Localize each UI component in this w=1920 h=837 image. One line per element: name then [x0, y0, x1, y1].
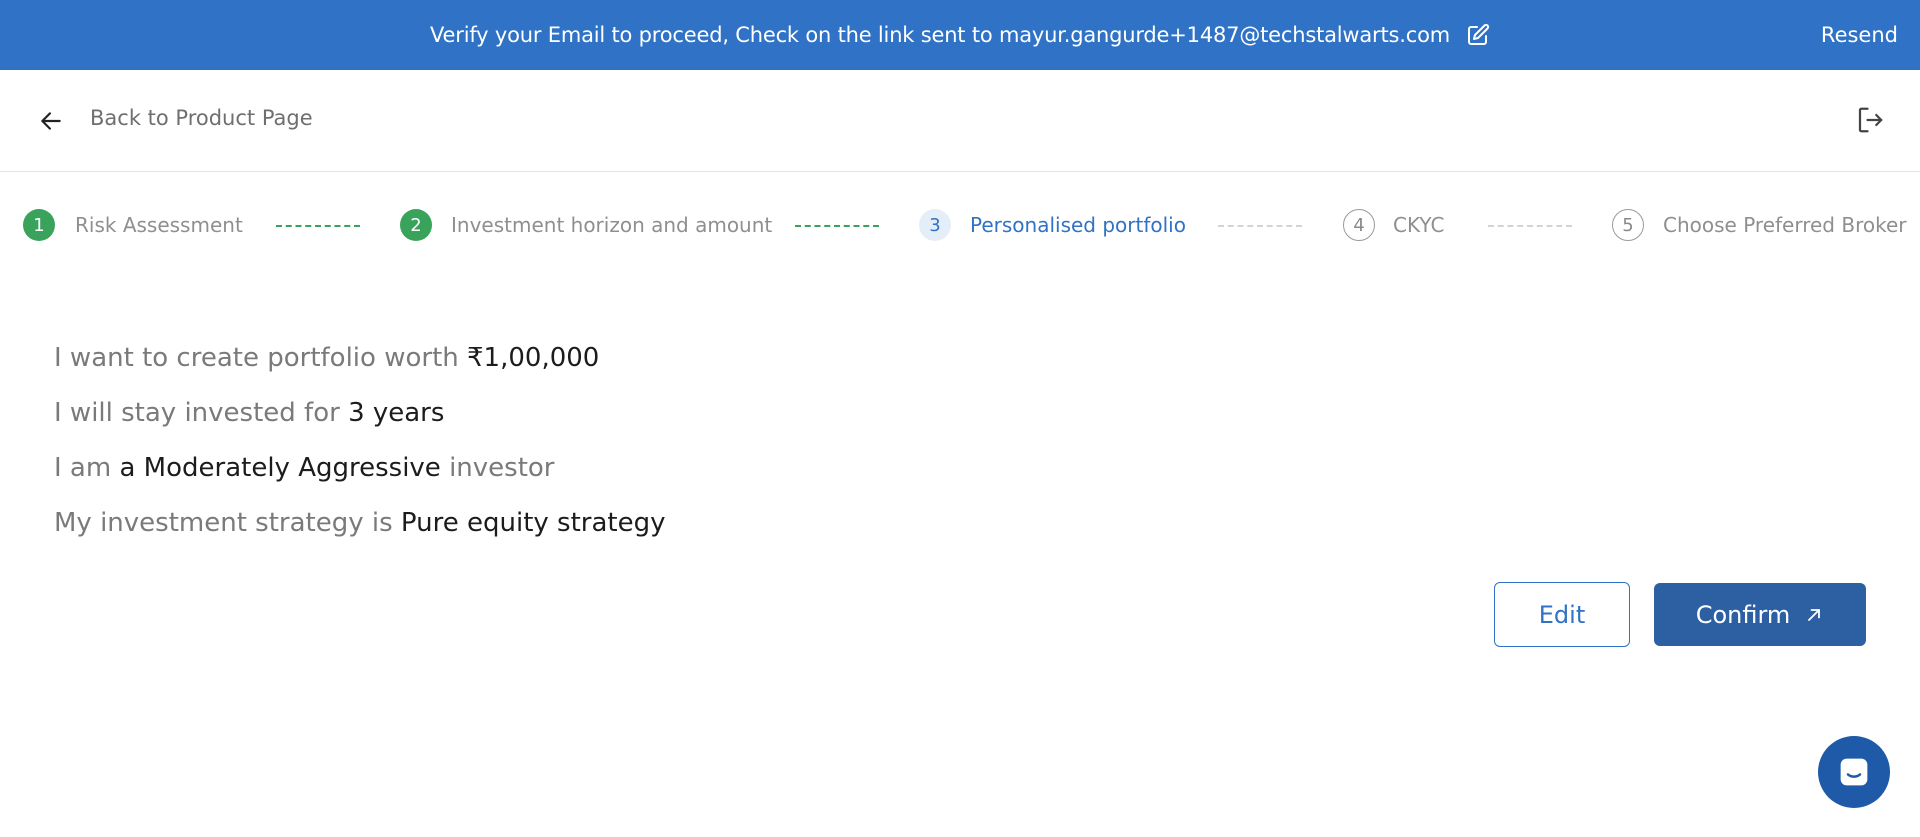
strategy-statement: My investment strategy is Pure equity st… [54, 503, 666, 558]
progress-stepper: 1 Risk Assessment 2 Investment horizon a… [0, 205, 1920, 245]
portfolio-amount-value: ₹1,00,000 [467, 343, 600, 373]
investment-horizon-statement: I will stay invested for 3 years [54, 393, 666, 448]
chat-launcher-button[interactable] [1818, 736, 1890, 808]
back-to-product-link[interactable]: Back to Product Page [90, 106, 313, 130]
step-1-badge: 1 [23, 209, 55, 241]
step-2-label: Investment horizon and amount [451, 213, 773, 237]
arrow-up-right-icon [1804, 605, 1824, 625]
strategy-value: Pure equity strategy [400, 508, 666, 538]
step-connector [276, 225, 360, 227]
step-5-badge: 5 [1612, 209, 1644, 241]
chat-icon [1837, 755, 1871, 789]
confirm-button[interactable]: Confirm [1654, 583, 1866, 646]
portfolio-amount-statement: I want to create portfolio worth ₹1,00,0… [54, 338, 666, 393]
statement-text: I am [54, 453, 120, 483]
arrow-left-icon[interactable] [38, 108, 64, 138]
top-navigation: Back to Product Page [0, 70, 1920, 172]
step-3-label: Personalised portfolio [970, 213, 1186, 237]
banner-message: Verify your Email to proceed, Check on t… [430, 23, 1450, 47]
step-2-badge: 2 [400, 209, 432, 241]
email-verification-banner: Verify your Email to proceed, Check on t… [0, 0, 1920, 70]
step-connector [1218, 225, 1302, 227]
step-4-label: CKYC [1393, 213, 1445, 237]
statement-text: I will stay invested for [54, 398, 349, 428]
risk-profile-value: a Moderately Aggressive [119, 453, 441, 483]
step-5-label: Choose Preferred Broker [1663, 213, 1907, 237]
logout-icon[interactable] [1855, 104, 1885, 140]
edit-button[interactable]: Edit [1494, 582, 1630, 647]
edit-button-label: Edit [1538, 600, 1586, 629]
portfolio-summary: I want to create portfolio worth ₹1,00,0… [54, 338, 666, 558]
resend-link[interactable]: Resend [1821, 0, 1898, 70]
step-3-badge: 3 [919, 209, 951, 241]
statement-text: investor [440, 453, 555, 483]
risk-profile-statement: I am a Moderately Aggressive investor [54, 448, 666, 503]
step-connector [795, 225, 879, 227]
edit-icon[interactable] [1466, 23, 1490, 47]
step-1-label: Risk Assessment [75, 213, 243, 237]
statement-text: My investment strategy is [54, 508, 401, 538]
step-connector [1488, 225, 1572, 227]
confirm-button-label: Confirm [1695, 600, 1791, 629]
step-4-badge: 4 [1343, 209, 1375, 241]
investment-horizon-value: 3 years [348, 398, 445, 428]
statement-text: I want to create portfolio worth [54, 343, 468, 373]
